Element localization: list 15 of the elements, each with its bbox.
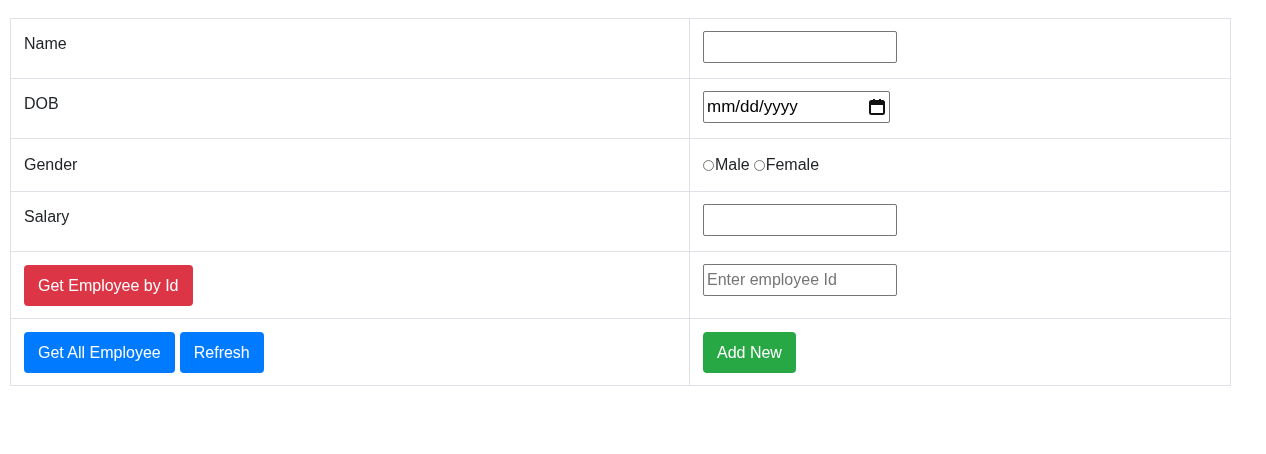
field-label: Salary <box>24 207 70 226</box>
action-button[interactable]: Refresh <box>179 332 264 373</box>
input-field[interactable] <box>703 204 897 236</box>
field-label: Gender <box>24 155 78 174</box>
option-label: Female <box>765 156 820 174</box>
action-button[interactable]: Get Employee by Id <box>24 265 193 306</box>
field-label: DOB <box>24 94 59 113</box>
action-button[interactable]: Add New <box>703 332 796 373</box>
field-label: Name <box>24 34 67 53</box>
input-field[interactable]: Enter employee Id <box>703 264 897 296</box>
input-field[interactable] <box>703 31 897 63</box>
action-button[interactable]: Get All Employee <box>24 332 175 373</box>
option-label: Male <box>715 156 750 174</box>
calendar-icon[interactable] <box>868 98 886 116</box>
date-field[interactable]: mm/dd/yyyy <box>703 91 890 123</box>
